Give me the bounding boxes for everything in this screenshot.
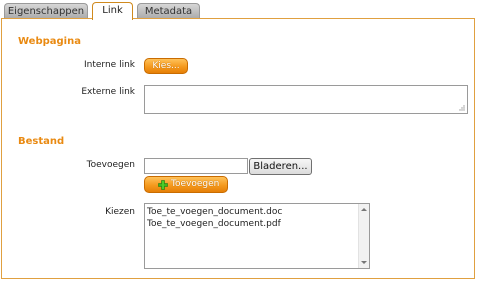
section-webpagina-heading: Webpagina [18, 36, 81, 47]
toevoegen-label: Toevoegen [86, 160, 135, 170]
toevoegen-button[interactable]: Toevoegen [144, 176, 228, 193]
resize-grip-icon[interactable] [458, 104, 465, 111]
file-list-scrollbar[interactable] [358, 204, 369, 268]
interne-link-label: Interne link [84, 60, 135, 70]
tab-metadata[interactable]: Metadata [137, 3, 200, 19]
plus-icon [158, 180, 168, 190]
scroll-down-icon[interactable] [361, 261, 367, 264]
file-list[interactable]: Toe_te_voegen_document.doc Toe_te_voegen… [144, 203, 370, 269]
externe-link-label: Externe link [81, 87, 135, 97]
toevoegen-button-label: Toevoegen [171, 179, 220, 189]
file-path-input[interactable] [144, 158, 248, 174]
tab-link[interactable]: Link [92, 2, 133, 20]
tab-eigenschappen[interactable]: Eigenschappen [4, 3, 88, 19]
bladeren-button[interactable]: Bladeren... [249, 158, 312, 175]
kies-button[interactable]: Kies... [144, 58, 188, 74]
list-item[interactable]: Toe_te_voegen_document.pdf [145, 218, 369, 230]
kiezen-label: Kiezen [105, 207, 135, 217]
tab-bar: Eigenschappen Link Metadata [0, 0, 478, 20]
externe-link-field[interactable] [144, 85, 468, 114]
list-item[interactable]: Toe_te_voegen_document.doc [145, 206, 369, 218]
section-bestand-heading: Bestand [18, 136, 65, 147]
scroll-up-icon[interactable] [361, 208, 367, 211]
